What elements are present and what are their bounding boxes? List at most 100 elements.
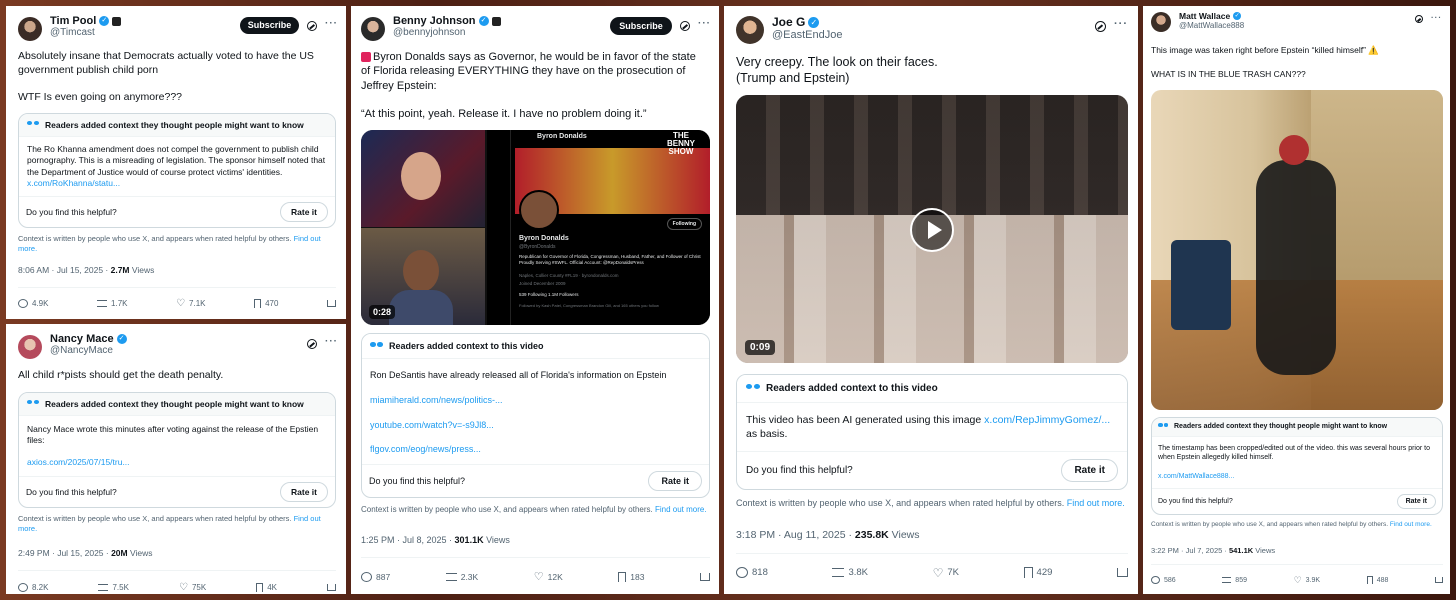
views-label: Views xyxy=(888,528,920,541)
author-handle[interactable]: @EastEndJoe xyxy=(772,29,1087,41)
more-icon[interactable]: ··· xyxy=(325,18,338,29)
more-icon[interactable]: ··· xyxy=(1431,13,1442,22)
tweet-video[interactable]: 0:09 xyxy=(736,94,1128,363)
share-button[interactable] xyxy=(1116,568,1128,578)
rate-it-button[interactable]: Rate it xyxy=(1396,494,1436,510)
share-button[interactable] xyxy=(1434,577,1443,583)
note-text: The Ro Khanna amendment does not compel … xyxy=(27,143,326,177)
avatar[interactable] xyxy=(18,335,42,359)
tweet-image[interactable] xyxy=(1151,89,1443,410)
more-icon[interactable]: ··· xyxy=(1114,18,1128,30)
bookmark-button[interactable]: 4K xyxy=(256,582,277,592)
author: Benny Johnson ✓ @bennyjohnson xyxy=(393,15,602,38)
repost-button[interactable]: 7.5K xyxy=(98,583,129,592)
tweet-card-bennyjohnson[interactable]: Benny Johnson ✓ @bennyjohnson Subscribe … xyxy=(351,6,719,594)
author: Matt Wallace ✓ @MattWallace888 xyxy=(1179,11,1407,30)
tweet-timestamp[interactable]: 2:49 PM · Jul 15, 2025 · xyxy=(18,548,111,558)
like-button[interactable]: ♡ 7K xyxy=(933,566,959,580)
note-link-2[interactable]: youtube.com/watch?v=-s9Jl8... xyxy=(370,419,701,432)
share-button[interactable] xyxy=(327,583,336,591)
subscribe-button[interactable]: Subscribe xyxy=(240,17,299,34)
grok-icon[interactable] xyxy=(1415,15,1423,23)
repost-button[interactable]: 2.3K xyxy=(445,572,478,582)
note-link[interactable]: x.com/MattWallace888... xyxy=(1158,472,1436,482)
author-name[interactable]: Joe G xyxy=(772,15,805,29)
like-button[interactable]: ♡ 75K xyxy=(179,582,206,593)
action-bar: 8.2K 7.5K ♡ 75K 4K xyxy=(18,569,336,593)
bookmark-button[interactable]: 183 xyxy=(618,571,645,582)
repost-button[interactable]: 3.8K xyxy=(832,567,868,578)
tweet-card-nancymace[interactable]: Nancy Mace ✓ @NancyMace ··· All child r*… xyxy=(6,324,346,594)
tweet-timestamp[interactable]: 3:22 PM · Jul 7, 2025 · xyxy=(1151,546,1229,555)
tweet-video[interactable]: THE BENNY SHOW Byron Donalds Following B… xyxy=(361,130,710,326)
author-name[interactable]: Tim Pool xyxy=(50,15,96,27)
find-out-more-link[interactable]: Find out more. xyxy=(1390,521,1432,528)
author-name[interactable]: Benny Johnson xyxy=(393,15,476,27)
author-handle[interactable]: @bennyjohnson xyxy=(393,27,602,38)
repost-button[interactable]: 1.7K xyxy=(97,299,128,308)
helpful-row: Do you find this helpful? Rate it xyxy=(737,450,1127,489)
rate-it-button[interactable]: Rate it xyxy=(280,202,328,223)
grok-icon[interactable] xyxy=(307,21,317,31)
tweet-timestamp[interactable]: 8:06 AM · Jul 15, 2025 · xyxy=(18,265,111,275)
context-disclaimer: Context is written by people who use X, … xyxy=(18,234,336,254)
grok-icon[interactable] xyxy=(680,21,690,31)
bookmark-count: 183 xyxy=(630,571,645,582)
more-icon[interactable]: ··· xyxy=(698,18,711,29)
avatar[interactable] xyxy=(18,17,42,41)
grok-icon[interactable] xyxy=(307,339,317,349)
find-out-more-link[interactable]: Find out more. xyxy=(1067,498,1125,508)
bookmark-button[interactable]: 488 xyxy=(1366,576,1388,584)
reply-button[interactable]: 8.2K xyxy=(18,582,48,592)
bookmark-button[interactable]: 429 xyxy=(1023,567,1052,579)
reply-button[interactable]: 818 xyxy=(736,567,768,579)
reply-button[interactable]: 887 xyxy=(361,571,390,582)
more-icon[interactable]: ··· xyxy=(325,336,338,347)
like-button[interactable]: ♡ 12K xyxy=(534,570,563,583)
reply-button[interactable]: 586 xyxy=(1151,576,1176,584)
avatar[interactable] xyxy=(361,17,385,41)
video-guest-suit xyxy=(389,290,453,326)
find-out-more-link[interactable]: Find out more. xyxy=(655,505,707,514)
rate-it-button[interactable]: Rate it xyxy=(648,470,702,491)
bookmark-button[interactable]: 470 xyxy=(254,298,278,308)
tweet-card-mattwallace[interactable]: Matt Wallace ✓ @MattWallace888 ··· This … xyxy=(1143,6,1450,594)
rate-it-button[interactable]: Rate it xyxy=(1061,458,1118,482)
author-handle[interactable]: @Timcast xyxy=(50,27,232,38)
share-icon xyxy=(327,583,336,591)
share-button[interactable] xyxy=(326,299,336,307)
note-link-3[interactable]: flgov.com/eog/news/press... xyxy=(370,443,701,456)
play-icon[interactable] xyxy=(910,207,954,252)
like-button[interactable]: ♡ 3.9K xyxy=(1294,575,1320,586)
note-body: The Ro Khanna amendment does not compel … xyxy=(19,137,335,197)
share-icon xyxy=(1434,577,1443,583)
author-handle[interactable]: @NancyMace xyxy=(50,345,299,356)
avatar[interactable] xyxy=(736,16,764,44)
reply-button[interactable]: 4.9K xyxy=(18,298,48,308)
note-text-after: as basis. xyxy=(746,428,788,441)
video-followed-by: Followed by Kash Patel, Congressman Bran… xyxy=(519,303,659,309)
author-handle[interactable]: @MattWallace888 xyxy=(1179,21,1407,30)
tweet-timestamp[interactable]: 3:18 PM · Aug 11, 2025 · xyxy=(736,529,855,541)
tweet-card-timcast[interactable]: Tim Pool ✓ @Timcast Subscribe ··· Absolu… xyxy=(6,6,346,319)
note-body: The timestamp has been cropped/edited ou… xyxy=(1152,437,1442,488)
like-button[interactable]: ♡ 7.1K xyxy=(176,298,205,309)
note-link-1[interactable]: miamiherald.com/news/politics-... xyxy=(370,394,701,407)
note-link[interactable]: axios.com/2025/07/15/tru... xyxy=(27,457,327,468)
action-bar: 586 859 ♡ 3.9K 488 xyxy=(1151,563,1443,586)
like-count: 12K xyxy=(547,571,563,582)
author: Tim Pool ✓ @Timcast xyxy=(50,15,232,38)
grok-icon[interactable] xyxy=(1095,21,1106,32)
author-name[interactable]: Matt Wallace xyxy=(1179,11,1230,21)
rate-it-button[interactable]: Rate it xyxy=(280,482,328,503)
like-count: 7K xyxy=(947,567,959,579)
share-button[interactable] xyxy=(700,572,710,581)
repost-button[interactable]: 859 xyxy=(1222,577,1247,584)
subscribe-button[interactable]: Subscribe xyxy=(610,17,672,35)
author-name[interactable]: Nancy Mace xyxy=(50,333,114,345)
tweet-card-eastendjoe[interactable]: Joe G ✓ @EastEndJoe ··· Very creepy. The… xyxy=(724,6,1138,594)
note-link[interactable]: x.com/RepJimmyGomez/... xyxy=(984,414,1110,426)
avatar[interactable] xyxy=(1151,12,1171,32)
note-link[interactable]: x.com/RoKhanna/statu... xyxy=(27,178,327,189)
tweet-timestamp[interactable]: 1:25 PM · Jul 8, 2025 · xyxy=(361,535,455,545)
